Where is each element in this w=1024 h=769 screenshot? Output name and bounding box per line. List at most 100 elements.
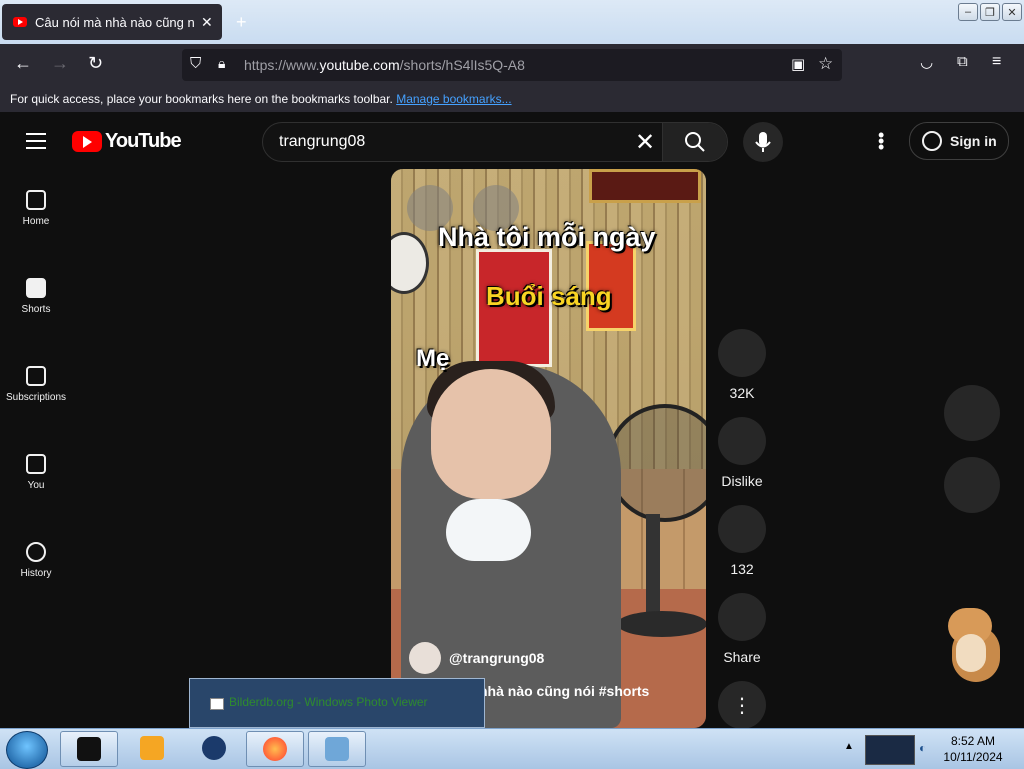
picture-frame [589,169,701,203]
photo-viewer-icon [210,698,224,710]
manage-bookmarks-link[interactable]: Manage bookmarks... [396,92,511,106]
window-controls: – ❐ ✕ [958,3,1022,21]
navigation-toolbar: ← → ↻ ⛉ 🔒︎ https://www.youtube.com/short… [0,44,1024,86]
reload-icon[interactable]: ↻ [88,53,103,74]
taskbar-thumbnail-preview[interactable]: Bilderdb.org - Windows Photo Viewer [189,678,485,728]
sign-in-button[interactable]: Sign in [909,122,1009,160]
pocket-icon[interactable]: ◡ [920,53,933,71]
url-path: /shorts/hS4lIs5Q-A8 [399,57,525,73]
previous-short-button[interactable] [944,385,1000,441]
taskbar-clock[interactable]: 8:52 AM 10/11/2024 [942,733,1004,765]
video-caption-3: Mẹ [416,345,450,372]
browser-tab[interactable]: Câu nói mà nhà nào cũng nói # ✕ [2,4,222,40]
new-tab-button[interactable]: + [236,12,247,33]
youtube-page: YouTube trangrung08 ✕ • • • Sign in Home S… [0,112,1024,729]
bookmarks-toolbar: For quick access, place your bookmarks h… [0,86,1024,112]
video-caption-1: Nhà tôi mỗi ngày [438,222,656,252]
sidebar-item-home[interactable]: Home [0,190,72,264]
share-label: Share [723,649,761,665]
show-hidden-icons[interactable]: ▲ [844,741,854,752]
youtube-play-icon [72,131,102,152]
clear-search-button[interactable]: ✕ [635,128,655,157]
more-icon: ⋮ [718,681,766,729]
taskbar-app-terminal[interactable] [60,731,118,767]
comments-button[interactable]: 132 [718,505,766,577]
channel-info[interactable]: @trangrung08 [409,642,544,674]
windows-taskbar: ▲ ◐ 8:52 AM 10/11/2024 [0,728,1024,769]
search-input[interactable]: trangrung08 [279,133,365,151]
like-button[interactable]: 32K [718,329,766,401]
share-icon [718,593,766,641]
search-icon [685,132,705,152]
search-button[interactable] [662,123,727,161]
preview-title: Bilderdb.org - Windows Photo Viewer [229,695,428,709]
video-description[interactable]: nhà nào cũng nói #shorts [479,683,649,699]
url-domain: youtube.com [319,57,400,73]
extensions-icon[interactable]: ⧉ [957,53,968,70]
sidebar-label: Shorts [21,304,51,315]
voice-search-button[interactable] [743,122,783,162]
channel-avatar[interactable] [409,642,441,674]
sidebar-label: Subscriptions [5,392,67,403]
you-icon [26,454,46,474]
shorts-video-player[interactable]: Nhà tôi mỗi ngày Buổi sáng Mẹ @trangrung… [391,169,706,728]
home-icon [26,190,46,210]
taskbar-app-photo-viewer[interactable] [308,731,366,767]
sidebar-label: You [27,480,45,491]
reader-view-icon[interactable]: ▣ [791,55,805,73]
bookmarks-message: For quick access, place your bookmarks h… [10,92,393,106]
terminal-icon [77,737,101,761]
forward-arrow-icon[interactable]: → [51,53,69,74]
settings-more-button[interactable]: • • • [878,126,884,156]
search-box[interactable]: trangrung08 ✕ [262,122,728,162]
share-button[interactable]: Share [718,593,766,665]
start-button[interactable] [6,731,48,769]
hamburger-menu-icon[interactable] [26,133,46,154]
youtube-logo[interactable]: YouTube [72,130,182,153]
sidebar: Home Shorts Subscriptions You History [0,176,72,616]
channel-name[interactable]: @trangrung08 [449,650,544,666]
close-window-button[interactable]: ✕ [1002,3,1022,21]
sidebar-item-shorts[interactable]: Shorts [0,278,72,352]
app-menu-icon[interactable]: ≡ [992,53,1001,71]
maximize-button[interactable]: ❐ [980,3,1000,21]
firefox-icon [263,737,287,761]
next-short-button[interactable] [944,457,1000,513]
address-bar[interactable]: ⛉ 🔒︎ https://www.youtube.com/shorts/hS4l… [182,49,842,81]
youtube-logo-text: YouTube [105,130,182,152]
hamster-desktop-pet[interactable] [944,606,1004,684]
bookmark-star-icon[interactable]: ☆ [818,54,833,74]
sidebar-label: Home [22,216,50,227]
taskbar-app-firefox[interactable] [246,731,304,767]
sidebar-item-subscriptions[interactable]: Subscriptions [0,366,72,440]
lock-icon[interactable]: 🔒︎ [218,55,225,72]
youtube-favicon-icon [13,17,27,27]
rice-bowl [446,499,531,561]
tray-app-icon[interactable] [865,735,915,765]
media-player-icon [140,736,164,760]
taskbar-app-media-player[interactable] [124,731,180,765]
tab-strip: Câu nói mà nhà nào cũng nói # ✕ + – ❐ ✕ [0,0,1024,44]
comment-icon [718,505,766,553]
url-text[interactable]: https://www.youtube.com/shorts/hS4lIs5Q-… [244,57,525,73]
network-icon[interactable]: ◐ [919,741,926,755]
shield-icon[interactable]: ⛉ [190,55,201,72]
subscriptions-icon [26,366,46,386]
sign-in-label: Sign in [950,133,997,149]
back-arrow-icon[interactable]: ← [14,53,32,74]
account-icon [922,131,942,151]
shorts-icon [26,278,46,298]
dislike-button[interactable]: Dislike [718,417,766,489]
video-caption-2: Buổi sáng [486,281,612,311]
url-prefix: https://www. [244,57,320,73]
clock-date: 10/11/2024 [943,750,1003,764]
clock-time: 8:52 AM [950,734,996,748]
woman-face [431,369,551,499]
minimize-button[interactable]: – [958,3,978,21]
like-icon [718,329,766,377]
sidebar-item-history[interactable]: History [0,542,72,616]
dislike-icon [718,417,766,465]
sidebar-item-you[interactable]: You [0,454,72,528]
taskbar-app-globe[interactable] [186,731,242,765]
tab-close-button[interactable]: ✕ [201,14,213,31]
